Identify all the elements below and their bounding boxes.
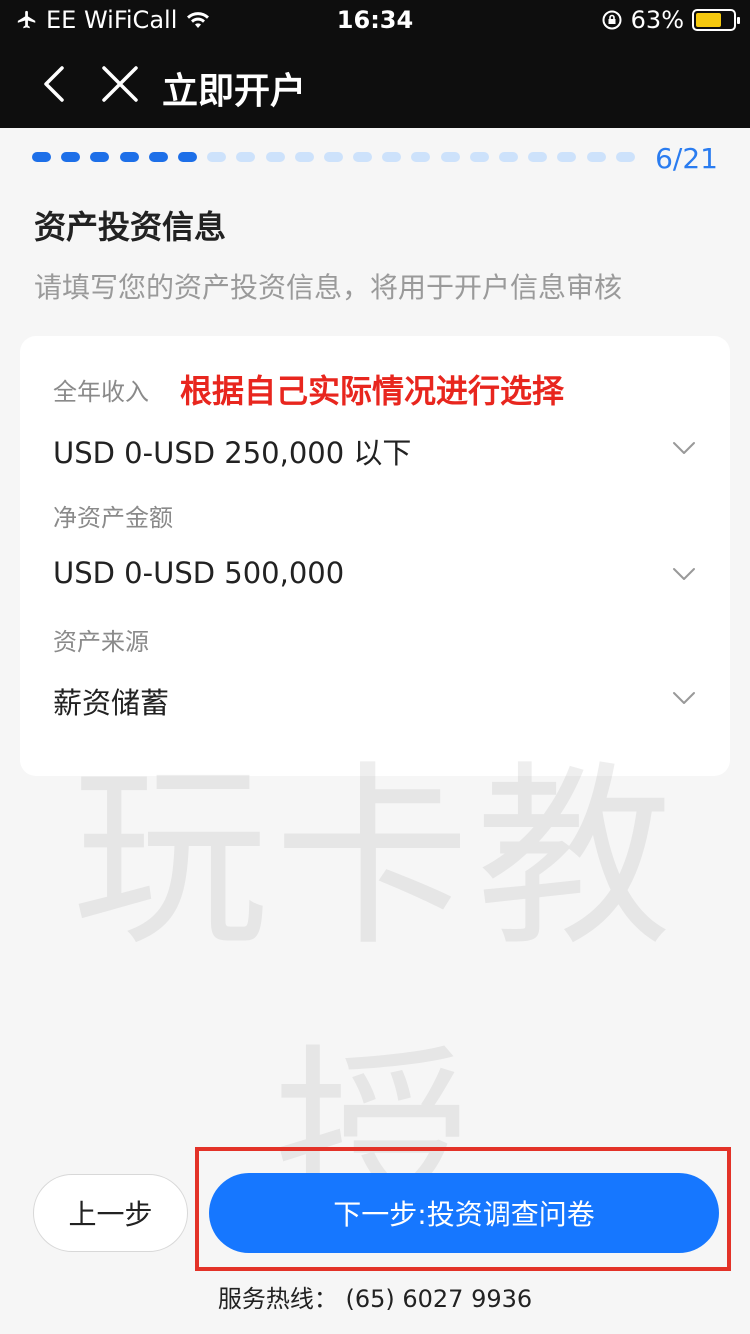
- progress-dot: [265, 152, 285, 162]
- battery-fill: [696, 13, 722, 27]
- prev-step-button[interactable]: 上一步: [33, 1174, 188, 1252]
- top-bar: EE WiFiCall 16:34 63% 立即开户: [0, 0, 750, 128]
- step-counter: 6/21: [655, 142, 718, 175]
- progress-dot: [32, 152, 51, 162]
- asset-source-label: 资产来源: [53, 628, 149, 656]
- progress-dot: [61, 152, 81, 162]
- section-title: 资产投资信息: [34, 208, 227, 246]
- back-icon[interactable]: [36, 64, 76, 104]
- progress-dot: [353, 152, 373, 162]
- progress-dot: [323, 152, 343, 162]
- annual-income-value: USD 0-USD 250,000 以下: [53, 436, 412, 470]
- progress-dot: [294, 152, 314, 162]
- orientation-lock-icon: [602, 10, 622, 30]
- service-hotline: 服务热线： (65) 6027 9936: [217, 1285, 533, 1313]
- progress-dot: [119, 152, 139, 162]
- progress-dot: [177, 152, 197, 162]
- status-bar: EE WiFiCall 16:34 63%: [0, 0, 750, 42]
- nav-row: 立即开户: [0, 50, 750, 120]
- net-assets-value: USD 0-USD 500,000: [53, 556, 345, 590]
- battery-percent: 63%: [630, 6, 684, 34]
- progress-dot: [90, 152, 110, 162]
- chevron-down-icon: [673, 568, 695, 580]
- progress-indicator: [32, 152, 635, 162]
- page-title: 立即开户: [162, 71, 307, 112]
- battery-icon: [692, 9, 740, 31]
- progress-dot: [236, 152, 256, 162]
- progress-dot: [615, 152, 635, 162]
- progress-dot: [207, 152, 227, 162]
- annual-income-label: 全年收入: [53, 378, 149, 406]
- annotation-text: 根据自己实际情况进行选择: [180, 372, 565, 410]
- progress-dot: [557, 152, 577, 162]
- close-icon[interactable]: [100, 64, 140, 104]
- progress-dot: [528, 152, 548, 162]
- progress-dot: [499, 152, 518, 162]
- progress-dot: [440, 152, 460, 162]
- progress-dot: [586, 152, 606, 162]
- chevron-down-icon: [673, 442, 695, 454]
- net-assets-label: 净资产金额: [53, 504, 173, 532]
- progress-dot: [469, 152, 489, 162]
- next-step-button[interactable]: 下一步:投资调查问卷: [209, 1173, 719, 1253]
- progress-dot: [411, 152, 431, 162]
- progress-dot: [148, 152, 168, 162]
- section-subtitle: 请填写您的资产投资信息，将用于开户信息审核: [34, 271, 623, 304]
- progress-dot: [382, 152, 402, 162]
